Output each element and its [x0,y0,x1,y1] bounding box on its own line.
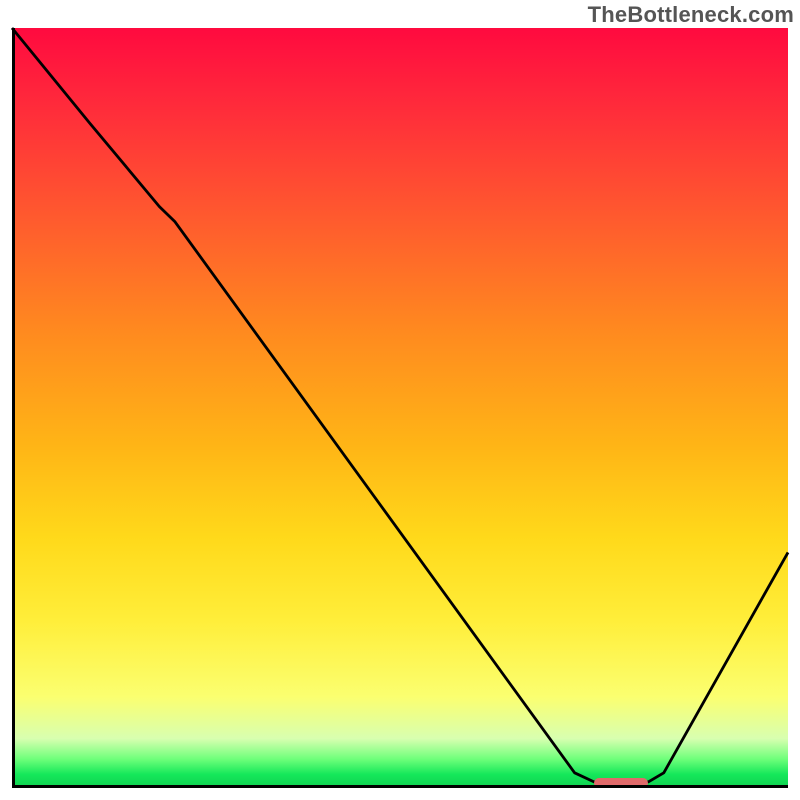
watermark-text: TheBottleneck.com [588,2,794,28]
curve-layer [12,28,788,788]
plot-area [12,28,788,788]
minimum-marker [594,778,648,788]
bottleneck-curve [12,28,788,782]
chart-container: TheBottleneck.com [0,0,800,800]
